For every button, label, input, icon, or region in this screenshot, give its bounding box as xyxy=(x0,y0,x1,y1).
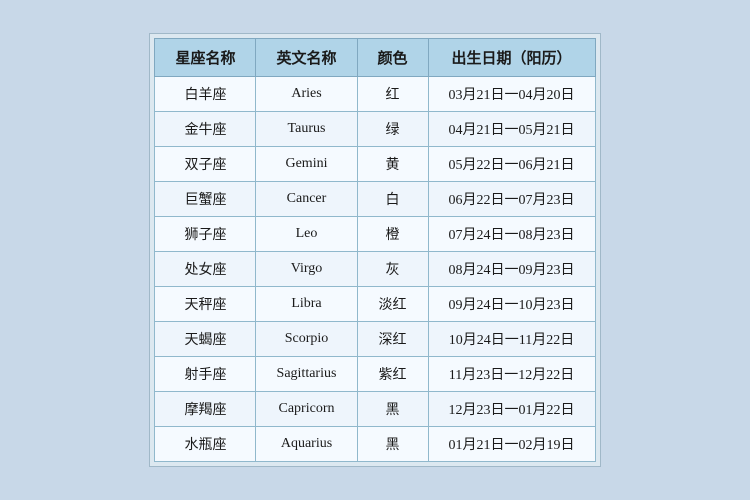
table-row: 摩羯座Capricorn黑12月23日一01月22日 xyxy=(155,392,595,427)
cell-dates: 08月24日一09月23日 xyxy=(428,252,595,287)
cell-english-name: Virgo xyxy=(256,252,357,287)
cell-color: 淡红 xyxy=(357,287,428,322)
cell-chinese-name: 巨蟹座 xyxy=(155,182,256,217)
cell-color: 黑 xyxy=(357,427,428,462)
cell-dates: 07月24日一08月23日 xyxy=(428,217,595,252)
cell-english-name: Sagittarius xyxy=(256,357,357,392)
cell-english-name: Cancer xyxy=(256,182,357,217)
table-row: 处女座Virgo灰08月24日一09月23日 xyxy=(155,252,595,287)
cell-dates: 09月24日一10月23日 xyxy=(428,287,595,322)
table-row: 金牛座Taurus绿04月21日一05月21日 xyxy=(155,112,595,147)
table-row: 天秤座Libra淡红09月24日一10月23日 xyxy=(155,287,595,322)
header-dates: 出生日期（阳历） xyxy=(428,39,595,77)
cell-chinese-name: 天秤座 xyxy=(155,287,256,322)
table-row: 狮子座Leo橙07月24日一08月23日 xyxy=(155,217,595,252)
cell-dates: 06月22日一07月23日 xyxy=(428,182,595,217)
table-row: 天蝎座Scorpio深红10月24日一11月22日 xyxy=(155,322,595,357)
cell-color: 黄 xyxy=(357,147,428,182)
cell-dates: 12月23日一01月22日 xyxy=(428,392,595,427)
table-row: 巨蟹座Cancer白06月22日一07月23日 xyxy=(155,182,595,217)
cell-english-name: Leo xyxy=(256,217,357,252)
cell-dates: 01月21日一02月19日 xyxy=(428,427,595,462)
cell-english-name: Capricorn xyxy=(256,392,357,427)
header-english-name: 英文名称 xyxy=(256,39,357,77)
cell-color: 红 xyxy=(357,77,428,112)
cell-color: 深红 xyxy=(357,322,428,357)
cell-chinese-name: 天蝎座 xyxy=(155,322,256,357)
table-body: 白羊座Aries红03月21日一04月20日金牛座Taurus绿04月21日一0… xyxy=(155,77,595,462)
zodiac-table-container: 星座名称 英文名称 颜色 出生日期（阳历） 白羊座Aries红03月21日一04… xyxy=(149,33,600,467)
cell-color: 灰 xyxy=(357,252,428,287)
table-row: 双子座Gemini黄05月22日一06月21日 xyxy=(155,147,595,182)
table-row: 白羊座Aries红03月21日一04月20日 xyxy=(155,77,595,112)
cell-english-name: Scorpio xyxy=(256,322,357,357)
cell-english-name: Aries xyxy=(256,77,357,112)
table-row: 射手座Sagittarius紫红11月23日一12月22日 xyxy=(155,357,595,392)
cell-chinese-name: 摩羯座 xyxy=(155,392,256,427)
cell-chinese-name: 射手座 xyxy=(155,357,256,392)
cell-dates: 11月23日一12月22日 xyxy=(428,357,595,392)
table-header-row: 星座名称 英文名称 颜色 出生日期（阳历） xyxy=(155,39,595,77)
header-color: 颜色 xyxy=(357,39,428,77)
cell-chinese-name: 白羊座 xyxy=(155,77,256,112)
header-chinese-name: 星座名称 xyxy=(155,39,256,77)
zodiac-table: 星座名称 英文名称 颜色 出生日期（阳历） 白羊座Aries红03月21日一04… xyxy=(154,38,595,462)
cell-color: 绿 xyxy=(357,112,428,147)
table-row: 水瓶座Aquarius黑01月21日一02月19日 xyxy=(155,427,595,462)
cell-english-name: Libra xyxy=(256,287,357,322)
cell-chinese-name: 金牛座 xyxy=(155,112,256,147)
cell-chinese-name: 处女座 xyxy=(155,252,256,287)
cell-color: 黑 xyxy=(357,392,428,427)
cell-color: 紫红 xyxy=(357,357,428,392)
cell-dates: 04月21日一05月21日 xyxy=(428,112,595,147)
cell-color: 白 xyxy=(357,182,428,217)
cell-english-name: Taurus xyxy=(256,112,357,147)
cell-dates: 03月21日一04月20日 xyxy=(428,77,595,112)
cell-chinese-name: 水瓶座 xyxy=(155,427,256,462)
cell-english-name: Gemini xyxy=(256,147,357,182)
cell-chinese-name: 双子座 xyxy=(155,147,256,182)
cell-dates: 05月22日一06月21日 xyxy=(428,147,595,182)
cell-dates: 10月24日一11月22日 xyxy=(428,322,595,357)
cell-color: 橙 xyxy=(357,217,428,252)
cell-chinese-name: 狮子座 xyxy=(155,217,256,252)
cell-english-name: Aquarius xyxy=(256,427,357,462)
